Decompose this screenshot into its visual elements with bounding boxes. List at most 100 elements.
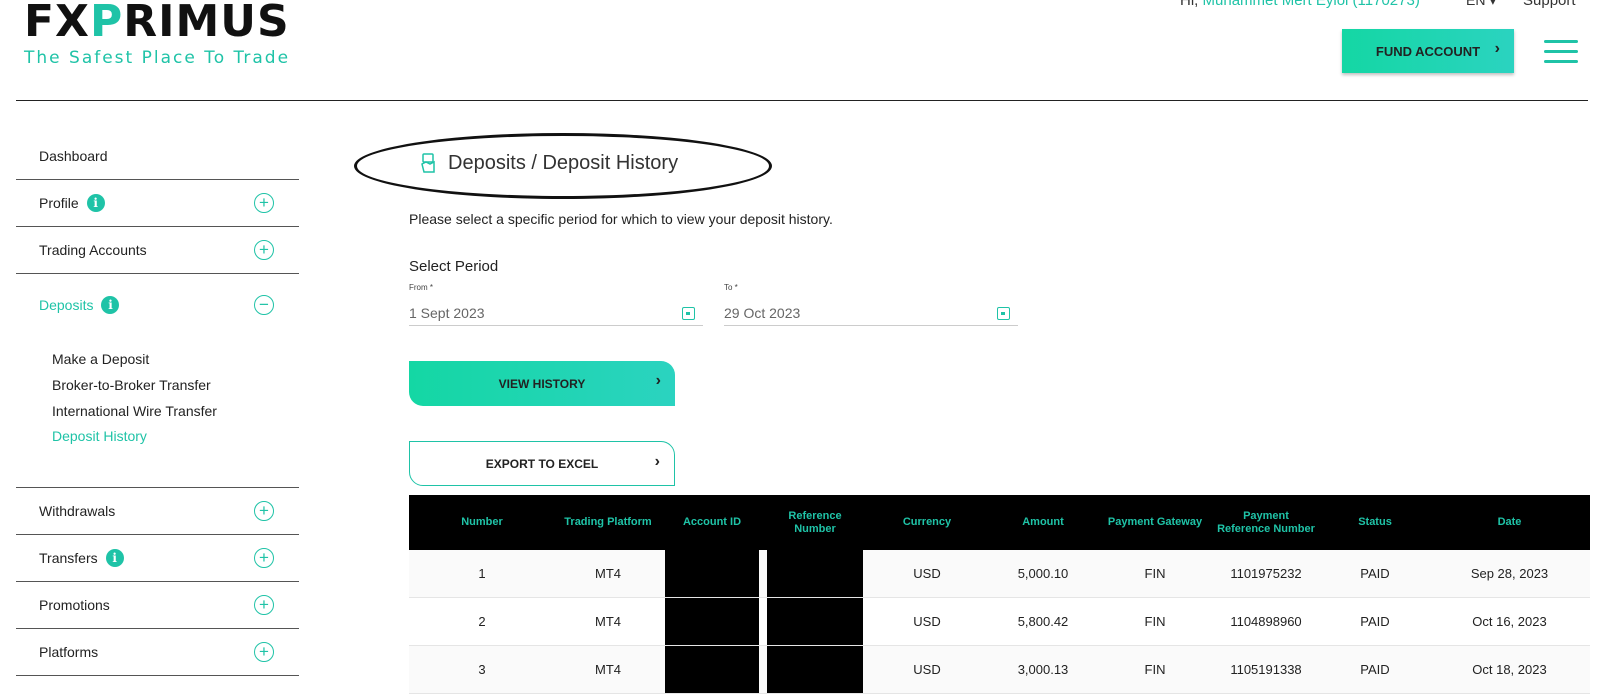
logo[interactable]: FXPRIMUS <box>24 0 290 44</box>
chevron-right-icon: › <box>654 453 660 470</box>
export-excel-button[interactable]: EXPORT TO EXCEL › <box>409 441 675 486</box>
minus-circle-icon[interactable]: − <box>254 295 274 315</box>
logo-text-mid: P <box>89 0 124 47</box>
sidebar-item-label: Promotions <box>39 597 110 613</box>
deposit-hand-icon <box>420 152 436 179</box>
table-row: 2 MT4 USD 5,800.42 FIN 1104898960 PAID O… <box>409 598 1590 646</box>
info-icon[interactable]: i <box>86 194 105 212</box>
plus-circle-icon[interactable]: + <box>254 501 274 521</box>
column-header: Payment Reference Number <box>1217 509 1315 535</box>
info-icon[interactable]: i <box>105 549 124 567</box>
cell-reference-redacted <box>763 598 867 646</box>
sidebar-item-promotions[interactable]: Promotions + <box>16 582 299 629</box>
sidebar-item-deposits[interactable]: Deposits i − <box>16 282 299 328</box>
cell-account-id-redacted <box>661 550 763 598</box>
to-date-field[interactable]: To * 29 Oct 2023 <box>724 283 1018 326</box>
cell-amount: 5,000.10 <box>1017 566 1069 581</box>
plus-circle-icon[interactable]: + <box>254 595 274 615</box>
sidebar-item-dashboard[interactable]: Dashboard <box>16 133 299 180</box>
cell-amount: 3,000.13 <box>1017 662 1069 677</box>
sidebar-item-withdrawals[interactable]: Withdrawals + <box>16 488 299 535</box>
cell-gateway: FIN <box>1144 614 1166 629</box>
sidebar-item-label: Deposits <box>39 297 94 313</box>
info-icon[interactable]: i <box>101 296 120 314</box>
fund-account-button[interactable]: FUND ACCOUNT › <box>1342 29 1514 73</box>
cell-platform: MT4 <box>595 662 621 677</box>
sidebar-subitem-wire-transfer[interactable]: International Wire Transfer <box>52 403 217 419</box>
sidebar-item-platforms[interactable]: Platforms + <box>16 629 299 676</box>
plus-circle-icon[interactable]: + <box>254 193 274 213</box>
cell-account-id-redacted <box>661 598 763 646</box>
plus-circle-icon[interactable]: + <box>254 642 274 662</box>
cell-date: Oct 18, 2023 <box>1472 662 1547 677</box>
sidebar-item-label: Dashboard <box>39 148 108 164</box>
cell-reference-redacted <box>763 646 867 694</box>
plus-circle-icon[interactable]: + <box>254 548 274 568</box>
sidebar-item-label: Profile <box>39 195 79 211</box>
language-selector[interactable]: EN ▾ <box>1466 0 1496 9</box>
to-date-value[interactable]: 29 Oct 2023 <box>724 305 800 321</box>
greeting-prefix: Hi, <box>1180 0 1199 9</box>
from-date-value[interactable]: 1 Sept 2023 <box>409 305 485 321</box>
select-period-label: Select Period <box>409 258 499 275</box>
cell-platform: MT4 <box>595 614 621 629</box>
cell-status: PAID <box>1360 614 1390 629</box>
cell-currency: USD <box>913 662 941 677</box>
sidebar-item-trading-accounts[interactable]: Trading Accounts + <box>16 227 299 274</box>
calendar-icon[interactable] <box>997 307 1010 320</box>
sidebar-item-transfers[interactable]: Transfers i + <box>16 535 299 582</box>
sidebar-subitem-make-deposit[interactable]: Make a Deposit <box>52 351 149 367</box>
calendar-icon[interactable] <box>682 307 695 320</box>
deposit-history-table: Number Trading Platform Account ID Refer… <box>409 495 1590 694</box>
support-link[interactable]: Support <box>1523 0 1576 9</box>
to-date-label: To * <box>724 283 738 292</box>
intro-text: Please select a specific period for whic… <box>409 211 833 227</box>
export-excel-label: EXPORT TO EXCEL <box>485 456 599 471</box>
user-name-link[interactable]: Muhammet Mert Eylol (1170273) <box>1203 0 1420 9</box>
cell-gateway: FIN <box>1144 566 1166 581</box>
cell-currency: USD <box>913 614 941 629</box>
cell-account-id-redacted <box>661 646 763 694</box>
sidebar-subitem-deposit-history[interactable]: Deposit History <box>52 428 147 444</box>
from-date-field[interactable]: From * 1 Sept 2023 <box>409 283 703 326</box>
cell-amount: 5,800.42 <box>1017 614 1069 629</box>
sidebar-item-label: Trading Accounts <box>39 242 147 258</box>
cell-date: Oct 16, 2023 <box>1472 614 1547 629</box>
cell-payment-ref: 1101975232 <box>1230 566 1302 581</box>
cell-platform: MT4 <box>595 566 621 581</box>
column-header: Amount <box>1022 516 1064 528</box>
column-header: Payment Gateway <box>1107 516 1203 528</box>
column-header: Status <box>1358 516 1392 528</box>
column-header: Number <box>461 516 503 528</box>
plus-circle-icon[interactable]: + <box>254 240 274 260</box>
sidebar-subitem-broker-transfer[interactable]: Broker-to-Broker Transfer <box>52 377 211 393</box>
column-header: Trading Platform <box>564 516 652 528</box>
hamburger-menu-icon[interactable] <box>1544 40 1578 70</box>
cell-payment-ref: 1104898960 <box>1230 614 1302 629</box>
cell-number: 3 <box>478 662 486 677</box>
table-header-row: Number Trading Platform Account ID Refer… <box>409 495 1590 550</box>
cell-date: Sep 28, 2023 <box>1470 566 1549 581</box>
column-header: Currency <box>902 516 952 528</box>
chevron-right-icon: › <box>655 372 661 389</box>
sidebar-item-label: Transfers <box>39 550 98 566</box>
tagline: The Safest Place To Trade <box>24 48 291 68</box>
sidebar-item-label: Withdrawals <box>39 503 116 519</box>
table-row: 1 MT4 USD 5,000.10 FIN 1101975232 PAID S… <box>409 550 1590 598</box>
fund-account-label: FUND ACCOUNT <box>1375 43 1481 59</box>
view-history-label: VIEW HISTORY <box>498 376 586 391</box>
sidebar-item-profile[interactable]: Profile i + <box>16 180 299 227</box>
header-divider <box>16 100 1588 101</box>
column-header: Date <box>1497 516 1522 528</box>
cell-payment-ref: 1105191338 <box>1230 662 1302 677</box>
logo-text-right: RIMUS <box>123 0 290 47</box>
cell-number: 2 <box>478 614 486 629</box>
table-row: 3 MT4 USD 3,000.13 FIN 1105191338 PAID O… <box>409 645 1590 694</box>
view-history-button[interactable]: VIEW HISTORY › <box>409 361 675 406</box>
chevron-right-icon: › <box>1494 40 1500 57</box>
cell-gateway: FIN <box>1144 662 1166 677</box>
from-date-label: From * <box>409 283 433 292</box>
page-title: Deposits / Deposit History <box>448 152 679 174</box>
cell-number: 1 <box>478 566 486 581</box>
column-header: Reference Number <box>788 509 842 535</box>
